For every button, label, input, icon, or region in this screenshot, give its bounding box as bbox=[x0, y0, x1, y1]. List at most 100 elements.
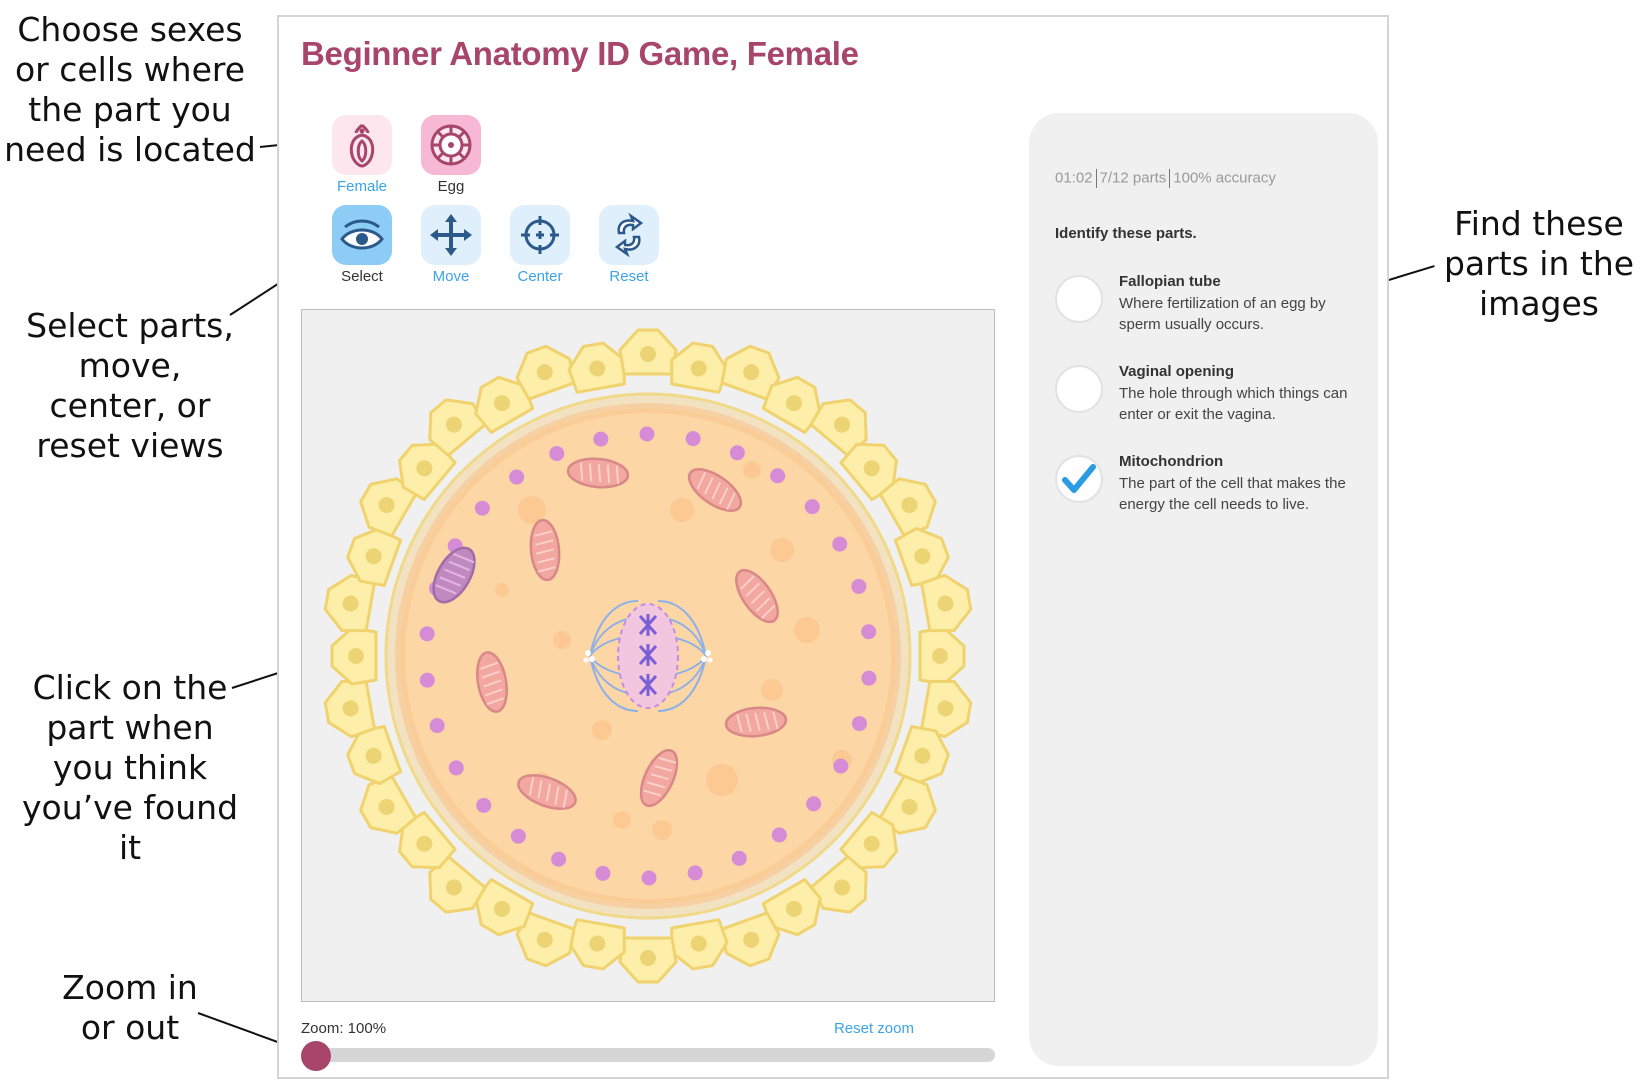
tool-select-button[interactable]: Select bbox=[332, 205, 392, 285]
granule bbox=[706, 764, 738, 796]
annotation-line: you think bbox=[52, 748, 208, 787]
cortical-granule bbox=[731, 850, 747, 866]
cortical-granule bbox=[806, 796, 822, 812]
annotation-line: Click on the bbox=[32, 668, 228, 707]
cortical-granule bbox=[474, 500, 490, 516]
cortical-granule bbox=[833, 758, 849, 774]
annotation-find: Find these parts in the images bbox=[1426, 204, 1652, 324]
annotation-line: Choose sexes bbox=[17, 10, 243, 49]
annotation-line: need is located bbox=[4, 130, 256, 169]
cortical-granule bbox=[861, 670, 877, 686]
annotation-line: Find these bbox=[1454, 204, 1624, 243]
tool-label: Select bbox=[341, 268, 383, 285]
egg-cell-icon bbox=[421, 115, 481, 175]
cortical-granule bbox=[685, 431, 701, 447]
divider bbox=[1169, 169, 1171, 188]
follicle-cell-nucleus bbox=[640, 950, 656, 966]
follicle-cell bbox=[618, 936, 678, 984]
cortical-granule bbox=[804, 499, 820, 515]
annotation-click: Click on the part when you think you’ve … bbox=[0, 668, 260, 868]
page-title: Beginner Anatomy ID Game, Female bbox=[301, 35, 859, 72]
tool-reset-button[interactable]: Reset bbox=[599, 205, 659, 285]
status-circle-empty bbox=[1055, 275, 1103, 323]
eye-icon bbox=[332, 205, 392, 265]
annotation-line: images bbox=[1479, 284, 1599, 323]
cortical-granule bbox=[861, 624, 877, 640]
part-description: The part of the cell that makes the ener… bbox=[1119, 475, 1346, 513]
cortical-granule bbox=[551, 851, 567, 867]
tool-center-button[interactable]: Center bbox=[510, 205, 570, 285]
cortical-granule bbox=[832, 536, 848, 552]
category-label: Female bbox=[336, 178, 388, 195]
annotation-line: Select parts, bbox=[26, 306, 234, 345]
annotation-line: reset views bbox=[36, 426, 224, 465]
cortical-granule bbox=[851, 578, 867, 594]
category-label: Egg bbox=[437, 178, 465, 195]
follicle-cell bbox=[323, 679, 376, 739]
follicle-cell bbox=[670, 918, 729, 971]
annotation-choose: Choose sexes or cells where the part you… bbox=[0, 10, 260, 170]
cortical-granule bbox=[419, 626, 435, 642]
cortical-granule bbox=[770, 468, 786, 484]
zoom-slider-thumb[interactable] bbox=[301, 1041, 331, 1071]
female-anatomy-icon bbox=[332, 115, 392, 175]
cortical-granule bbox=[687, 865, 703, 881]
status-circle-found bbox=[1055, 455, 1103, 503]
cortical-granule bbox=[729, 445, 745, 461]
annotation-line: parts in the bbox=[1443, 244, 1635, 283]
granule bbox=[495, 583, 509, 597]
follicle-cell-nucleus bbox=[640, 346, 656, 362]
annotation-line: or cells where bbox=[14, 50, 246, 89]
status-circle-empty bbox=[1055, 365, 1103, 413]
cortical-granule bbox=[549, 446, 565, 462]
granule bbox=[652, 820, 672, 840]
cortical-granule bbox=[771, 827, 787, 843]
annotation-line: move, bbox=[78, 346, 182, 385]
timer: 01:02 bbox=[1055, 169, 1093, 187]
follicle-cell bbox=[567, 918, 626, 971]
category-female-button[interactable]: Female bbox=[332, 115, 392, 195]
cortical-granule bbox=[639, 426, 655, 442]
divider bbox=[1095, 169, 1097, 188]
cortical-granule bbox=[476, 797, 492, 813]
reset-arrows-icon bbox=[599, 205, 659, 265]
part-name: Mitochondrion bbox=[1119, 453, 1224, 470]
part-name: Fallopian tube bbox=[1119, 273, 1221, 290]
follicle-cell bbox=[330, 626, 378, 686]
cortical-granule bbox=[510, 828, 526, 844]
annotation-line: center, or bbox=[49, 386, 211, 425]
parts-progress: 7/12 parts bbox=[1099, 169, 1167, 187]
cortical-granule bbox=[593, 431, 609, 447]
egg-cell-image[interactable] bbox=[302, 310, 994, 1001]
cortical-granule bbox=[595, 865, 611, 881]
granule bbox=[613, 811, 631, 829]
annotation-line: part when bbox=[46, 708, 214, 747]
reset-zoom-link[interactable]: Reset zoom bbox=[834, 1020, 914, 1037]
zoom-slider-track[interactable] bbox=[301, 1048, 995, 1062]
cortical-granule bbox=[641, 870, 657, 886]
category-egg-button[interactable]: Egg bbox=[421, 115, 481, 195]
granule bbox=[794, 617, 820, 643]
tool-move-button[interactable]: Move bbox=[421, 205, 481, 285]
annotation-line: or out bbox=[80, 1008, 180, 1047]
granule bbox=[770, 538, 794, 562]
follicle-cell-nucleus bbox=[932, 648, 948, 664]
annotation-select: Select parts, move, center, or reset vie… bbox=[0, 306, 260, 466]
annotation-line: Zoom in bbox=[62, 968, 198, 1007]
instruction-text: Identify these parts. bbox=[1055, 225, 1197, 242]
cortical-granule bbox=[448, 760, 464, 776]
follicle-cell bbox=[918, 626, 966, 686]
checkmark-icon bbox=[1062, 464, 1096, 493]
parts-panel: 01:02 7/12 parts 100% accuracy Identify th… bbox=[1029, 113, 1378, 1066]
cortical-granule bbox=[851, 716, 867, 732]
game-frame: Beginner Anatomy ID Game, Female Female bbox=[277, 15, 1389, 1079]
tool-label: Center bbox=[517, 268, 563, 285]
follicle-cell bbox=[920, 573, 973, 633]
part-name: Vaginal opening bbox=[1119, 363, 1235, 380]
anatomy-viewer[interactable] bbox=[301, 309, 995, 1002]
follicle-cell bbox=[618, 328, 678, 376]
crosshair-icon bbox=[510, 205, 570, 265]
annotation-line: the part you bbox=[28, 90, 232, 129]
granule bbox=[592, 720, 612, 740]
accuracy: 100% accuracy bbox=[1173, 169, 1276, 187]
